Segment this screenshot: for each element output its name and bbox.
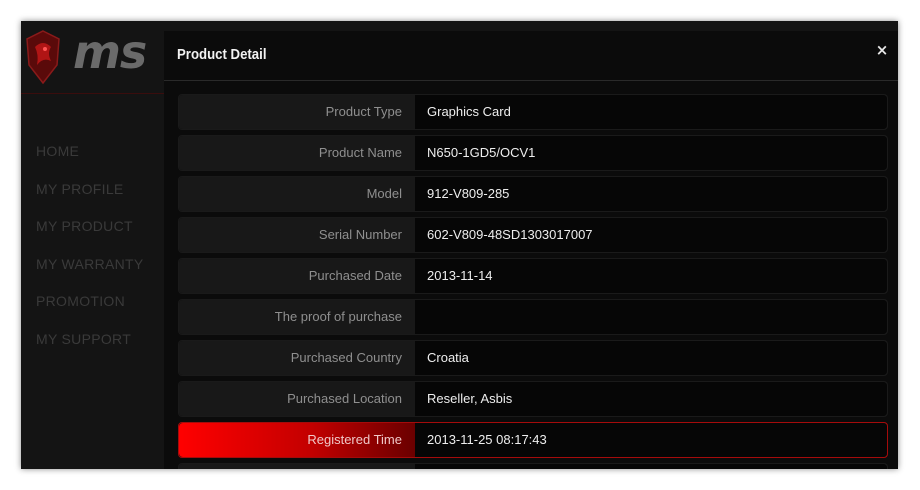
detail-row-product-name: Product Name N650-1GD5/OCV1	[178, 135, 888, 171]
row-label: Registered Time	[179, 423, 415, 457]
row-label: Purchased Location	[179, 382, 415, 416]
modal-title: Product Detail	[177, 46, 267, 63]
row-label: Purchased Country	[179, 341, 415, 375]
detail-row-product-type: Product Type Graphics Card	[178, 94, 888, 130]
nav-item-my-product[interactable]: MY PRODUCT	[36, 208, 144, 246]
row-value: Reseller, Asbis	[415, 382, 887, 416]
product-detail-modal: Product Detail × Product Type Graphics C…	[164, 31, 898, 469]
detail-row-purchased-location: Purchased Location Reseller, Asbis	[178, 381, 888, 417]
brand-logo-text: ms	[73, 25, 147, 79]
detail-row-serial-number: Serial Number 602-V809-48SD1303017007	[178, 217, 888, 253]
row-label	[179, 464, 415, 469]
detail-row-registered-time: Registered Time 2013-11-25 08:17:43	[178, 422, 888, 458]
row-label: Model	[179, 177, 415, 211]
detail-row-model: Model 912-V809-285	[178, 176, 888, 212]
row-value: 2013-11-25 08:17:43	[415, 423, 887, 457]
row-value: Croatia	[415, 341, 887, 375]
main-nav: HOME MY PROFILE MY PRODUCT MY WARRANTY P…	[36, 133, 144, 358]
row-value: N650-1GD5/OCV1	[415, 136, 887, 170]
close-icon[interactable]: ×	[874, 41, 890, 61]
modal-header: Product Detail ×	[164, 31, 898, 81]
detail-row-purchased-country: Purchased Country Croatia	[178, 340, 888, 376]
row-value[interactable]	[415, 300, 887, 334]
row-label: Product Name	[179, 136, 415, 170]
nav-item-home[interactable]: HOME	[36, 133, 144, 171]
nav-item-my-support[interactable]: MY SUPPORT	[36, 321, 144, 359]
row-label: Serial Number	[179, 218, 415, 252]
detail-rows: Product Type Graphics Card Product Name …	[178, 94, 888, 469]
brand-header: ms	[21, 21, 164, 94]
nav-item-promotion[interactable]: PROMOTION	[36, 283, 144, 321]
row-value: 912-V809-285	[415, 177, 887, 211]
row-value: 2013-11-14	[415, 259, 887, 293]
nav-item-my-profile[interactable]: MY PROFILE	[36, 171, 144, 209]
row-value: Graphics Card	[415, 95, 887, 129]
dragon-shield-icon	[26, 30, 60, 85]
row-value: 602-V809-48SD1303017007	[415, 218, 887, 252]
row-label: The proof of purchase	[179, 300, 415, 334]
detail-row-purchased-date: Purchased Date 2013-11-14	[178, 258, 888, 294]
row-value	[415, 464, 887, 469]
nav-item-my-warranty[interactable]: MY WARRANTY	[36, 246, 144, 284]
row-label: Product Type	[179, 95, 415, 129]
row-label: Purchased Date	[179, 259, 415, 293]
detail-row-proof-of-purchase: The proof of purchase	[178, 299, 888, 335]
app-window: ms HOME MY PROFILE MY PRODUCT MY WARRANT…	[21, 21, 898, 469]
detail-row-cut-off	[178, 463, 888, 469]
